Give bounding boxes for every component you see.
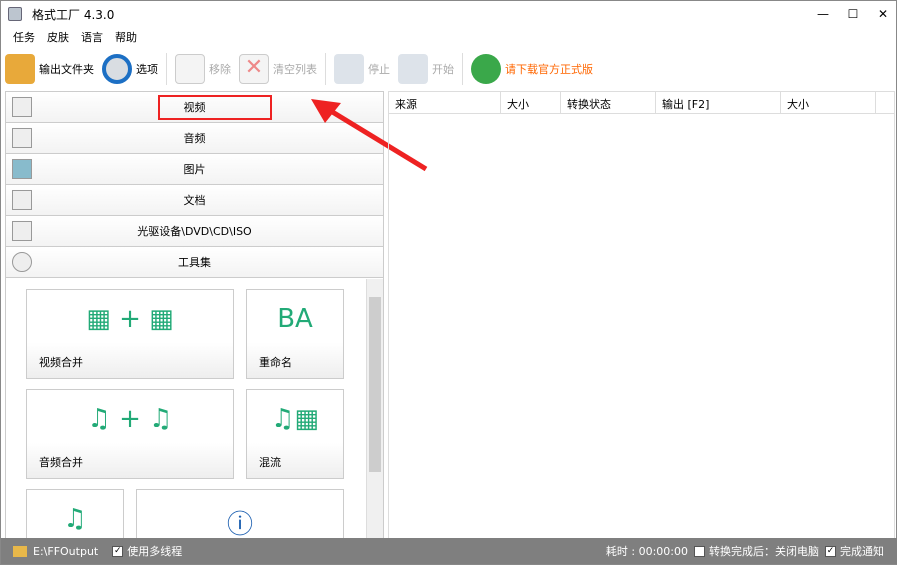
options-button[interactable]: 选项 bbox=[98, 49, 162, 89]
scrollbar[interactable] bbox=[366, 279, 383, 539]
audio-icon bbox=[12, 128, 32, 148]
column-output-size[interactable]: 大小 bbox=[781, 92, 876, 113]
disc-drive-icon bbox=[12, 221, 32, 241]
film-reel-icon bbox=[12, 252, 32, 272]
rename-icon: BA bbox=[277, 304, 313, 334]
output-path[interactable]: E:\FFOutput bbox=[33, 545, 98, 558]
scrollbar-thumb[interactable] bbox=[369, 297, 381, 472]
shutdown-checkbox[interactable] bbox=[694, 545, 705, 557]
column-source[interactable]: 来源 bbox=[389, 92, 501, 113]
window-title: 格式工厂 4.3.0 bbox=[32, 7, 115, 22]
output-folder-button[interactable]: 输出文件夹 bbox=[1, 49, 98, 89]
category-tools[interactable]: 工具集 bbox=[6, 247, 383, 278]
folder-icon bbox=[5, 54, 35, 84]
tool-media-info[interactable]: ⓘ bbox=[136, 489, 344, 539]
title-bar: 格式工厂 4.3.0 — ☐ ✕ bbox=[1, 1, 897, 27]
globe-search-icon bbox=[471, 54, 501, 84]
tool-audio-merge[interactable]: ♫ + ♫ 音频合并 bbox=[26, 389, 234, 479]
info-icon: ⓘ bbox=[226, 510, 254, 539]
column-status[interactable]: 转换状态 bbox=[561, 92, 656, 113]
minimize-button[interactable]: — bbox=[808, 1, 838, 27]
task-table: 来源 大小 转换状态 输出 [F2] 大小 bbox=[388, 91, 895, 539]
gear-icon bbox=[102, 54, 132, 84]
divider bbox=[166, 53, 167, 85]
remove-button[interactable]: 移除 bbox=[171, 49, 235, 89]
tool-rename[interactable]: BA 重命名 bbox=[246, 289, 344, 379]
start-icon bbox=[398, 54, 428, 84]
download-link[interactable]: 请下载官方正式版 bbox=[467, 49, 597, 89]
video-merge-icon: ▦ + ▦ bbox=[86, 304, 174, 334]
menu-language[interactable]: 语言 bbox=[81, 29, 103, 45]
divider bbox=[462, 53, 463, 85]
tools-grid: ▦ + ▦ 视频合并 BA 重命名 ♫ + ♫ 音频合并 ♫▦ 混流 ♫ ⓘ bbox=[6, 279, 366, 539]
stop-icon bbox=[334, 54, 364, 84]
maximize-button[interactable]: ☐ bbox=[838, 1, 868, 27]
highlight-box bbox=[158, 95, 272, 120]
folder-icon bbox=[13, 545, 27, 557]
start-button[interactable]: 开始 bbox=[394, 49, 458, 89]
mux-icon: ♫▦ bbox=[271, 404, 319, 434]
menu-help[interactable]: 帮助 bbox=[115, 29, 137, 45]
tool-audio-convert[interactable]: ♫ bbox=[26, 489, 124, 539]
remove-icon bbox=[175, 54, 205, 84]
multithread-checkbox[interactable]: ✓ bbox=[112, 545, 124, 557]
category-disc[interactable]: 光驱设备\DVD\CD\ISO bbox=[6, 216, 383, 247]
tool-video-merge[interactable]: ▦ + ▦ 视频合并 bbox=[26, 289, 234, 379]
column-size[interactable]: 大小 bbox=[501, 92, 561, 113]
toolbar: 输出文件夹 选项 移除 ✕ 清空列表 停止 开始 请下载官方正式版 bbox=[1, 49, 897, 89]
clear-list-button[interactable]: ✕ 清空列表 bbox=[235, 49, 321, 89]
stop-button[interactable]: 停止 bbox=[330, 49, 394, 89]
category-document[interactable]: 文档 bbox=[6, 185, 383, 216]
video-icon bbox=[12, 97, 32, 117]
elapsed-time: 耗时 : 00:00:00 bbox=[605, 545, 688, 558]
clear-icon: ✕ bbox=[239, 54, 269, 84]
menu-task[interactable]: 任务 bbox=[13, 29, 35, 45]
audio-file-icon: ♫ bbox=[63, 504, 87, 534]
audio-merge-icon: ♫ + ♫ bbox=[87, 404, 173, 434]
notify-checkbox[interactable]: ✓ bbox=[825, 545, 836, 557]
table-header: 来源 大小 转换状态 输出 [F2] 大小 bbox=[389, 92, 894, 114]
menu-skin[interactable]: 皮肤 bbox=[47, 29, 69, 45]
app-icon bbox=[8, 7, 22, 21]
menu-bar: 任务 皮肤 语言 帮助 bbox=[13, 27, 137, 47]
tool-mux[interactable]: ♫▦ 混流 bbox=[246, 389, 344, 479]
document-icon bbox=[12, 190, 32, 210]
column-output[interactable]: 输出 [F2] bbox=[656, 92, 781, 113]
status-bar: E:\FFOutput ✓ 使用多线程 耗时 : 00:00:00 转换完成后：… bbox=[1, 538, 897, 564]
close-button[interactable]: ✕ bbox=[868, 1, 897, 27]
image-icon bbox=[12, 159, 32, 179]
divider bbox=[325, 53, 326, 85]
